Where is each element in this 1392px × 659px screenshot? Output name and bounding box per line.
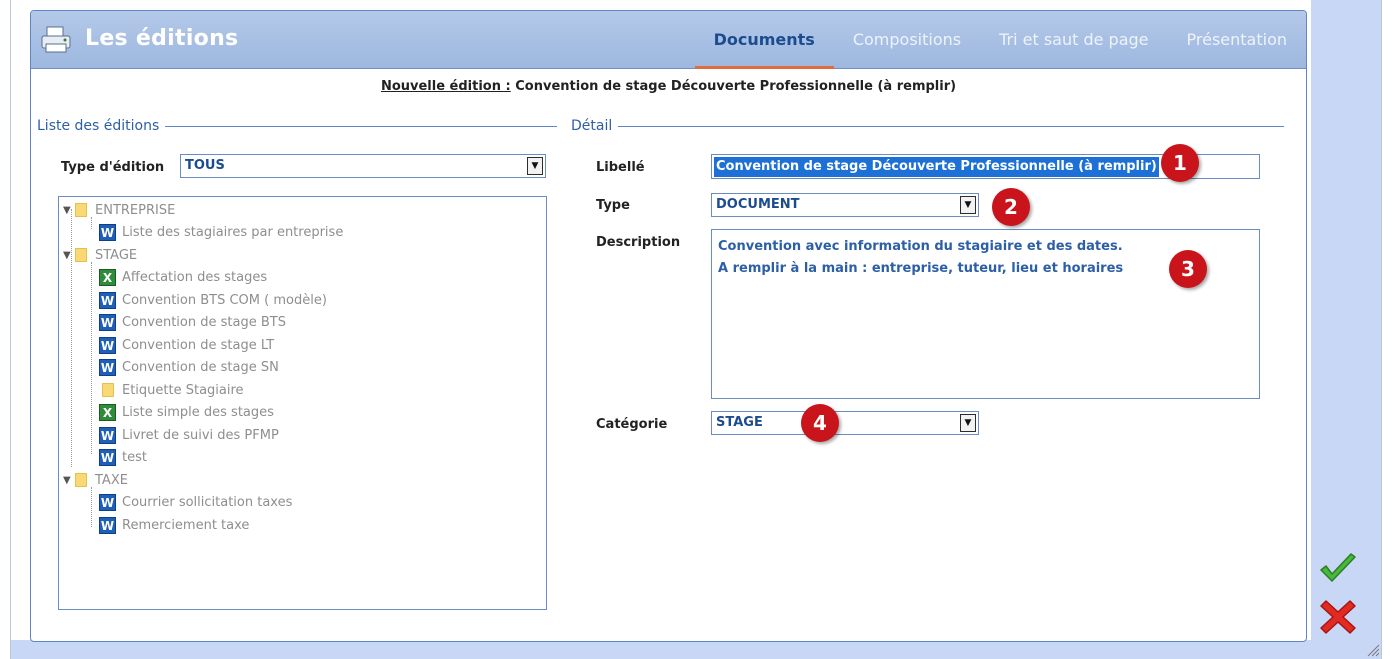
description-label: Description — [596, 235, 681, 250]
folder-icon — [75, 248, 87, 262]
edition-title-name: Convention de stage Découverte Professio… — [515, 79, 957, 94]
tab-tri-saut-de-page[interactable]: Tri et saut de page — [980, 11, 1167, 69]
tree-node-label: Convention de stage SN — [122, 359, 279, 375]
editions-panel: Les éditions Documents Compositions Tri … — [30, 10, 1307, 642]
description-text: Convention avec information du stagiaire… — [718, 236, 1123, 280]
categorie-label: Catégorie — [596, 417, 668, 432]
excel-document-icon: X — [99, 268, 116, 286]
tree-node-item[interactable]: W Convention de stage LT — [99, 334, 274, 356]
word-document-icon: W — [99, 448, 116, 466]
tree-node-item[interactable]: W Convention BTS COM ( modèle) — [99, 289, 327, 311]
chevron-down-icon[interactable]: ▼ — [960, 196, 976, 214]
tree-node-label: test — [122, 449, 147, 465]
tree-node-folder[interactable]: ▼ STAGE — [63, 244, 137, 266]
folder-icon — [75, 473, 87, 487]
tree-node-label: Etiquette Stagiaire — [122, 382, 244, 398]
chevron-down-icon[interactable]: ▼ — [63, 205, 75, 216]
edition-title: Nouvelle édition : Convention de stage D… — [31, 79, 1306, 94]
tree-node-item[interactable]: X Liste simple des stages — [99, 401, 274, 423]
detail-section-rule — [571, 126, 1284, 127]
annotation-badge-2: 2 — [992, 188, 1030, 226]
edition-type-label: Type d'édition — [61, 160, 165, 175]
tree-node-item[interactable]: Etiquette Stagiaire — [99, 379, 244, 401]
edition-type-value: TOUS — [185, 158, 225, 173]
tree-node-label: Convention de stage BTS — [122, 314, 286, 330]
tab-bar: Documents Compositions Tri et saut de pa… — [694, 11, 1306, 69]
word-document-icon: W — [99, 358, 116, 376]
tree-node-label: TAXE — [95, 472, 128, 488]
tree-connector — [91, 262, 92, 454]
tree-node-folder[interactable]: ▼ TAXE — [63, 469, 128, 491]
tree-node-label: Livret de suivi des PFMP — [122, 427, 279, 443]
chevron-down-icon[interactable]: ▼ — [63, 475, 75, 486]
tree-node-item[interactable]: W Courrier sollicitation taxes — [99, 491, 292, 513]
detail-section-label: Détail — [571, 118, 619, 134]
tree-node-label: Remerciement taxe — [122, 517, 250, 533]
word-document-icon: W — [99, 291, 116, 309]
bottom-strip — [11, 640, 1311, 659]
tree-node-label: STAGE — [95, 247, 138, 263]
tree-node-item[interactable]: W Convention de stage SN — [99, 356, 279, 378]
chevron-down-icon[interactable]: ▼ — [63, 250, 75, 261]
annotation-badge-1: 1 — [1161, 144, 1199, 182]
word-document-icon: W — [99, 223, 116, 241]
tree-node-label: Courrier sollicitation taxes — [122, 494, 293, 510]
tree-node-item[interactable]: X Affectation des stages — [99, 266, 267, 288]
tree-node-label: Convention de stage LT — [122, 337, 275, 353]
tree-node-item[interactable]: W Livret de suivi des PFMP — [99, 424, 279, 446]
tree-node-item[interactable]: W Remerciement taxe — [99, 514, 249, 536]
tree-node-item[interactable]: W Liste des stagiaires par entreprise — [99, 221, 343, 243]
description-line: Convention avec information du stagiaire… — [718, 239, 1123, 254]
resize-grip-icon[interactable] — [1364, 641, 1380, 657]
tree-node-item[interactable]: W Convention de stage BTS — [99, 311, 286, 333]
list-section-label: Liste des éditions — [37, 118, 166, 134]
page-title: Les éditions — [85, 26, 239, 51]
type-select[interactable]: DOCUMENT ▼ — [711, 193, 979, 217]
excel-document-icon: X — [99, 403, 116, 421]
tree-node-label: ENTREPRISE — [95, 202, 176, 218]
panel-header: Les éditions Documents Compositions Tri … — [31, 11, 1306, 69]
annotation-badge-4: 4 — [801, 404, 839, 442]
tree-node-label: Affectation des stages — [122, 269, 268, 285]
file-icon — [102, 383, 114, 397]
categorie-select[interactable]: STAGE ▼ — [711, 411, 979, 435]
libelle-value: Convention de stage Découverte Professio… — [714, 157, 1159, 177]
tree-connector — [91, 487, 92, 527]
folder-icon — [75, 203, 87, 217]
tree-node-item[interactable]: W test — [99, 446, 147, 468]
tree-node-label: Liste des stagiaires par entreprise — [122, 224, 344, 240]
word-document-icon: W — [99, 336, 116, 354]
tree-node-label: Liste simple des stages — [122, 404, 274, 420]
type-value: DOCUMENT — [716, 197, 800, 212]
libelle-label: Libellé — [596, 160, 645, 175]
word-document-icon: W — [99, 426, 116, 444]
tree-node-label: Convention BTS COM ( modèle) — [122, 292, 327, 308]
edition-title-prefix: Nouvelle édition : — [380, 79, 511, 94]
annotation-badge-3: 3 — [1169, 250, 1207, 288]
type-label: Type — [596, 198, 630, 213]
categorie-value: STAGE — [716, 415, 763, 430]
tab-compositions[interactable]: Compositions — [834, 11, 980, 69]
close-icon[interactable] — [1318, 597, 1358, 637]
word-document-icon: W — [99, 493, 116, 511]
edition-type-select[interactable]: TOUS ▼ — [180, 154, 546, 178]
tree-node-folder[interactable]: ▼ ENTREPRISE — [63, 199, 175, 221]
word-document-icon: W — [99, 313, 116, 331]
tab-documents[interactable]: Documents — [694, 11, 834, 69]
chevron-down-icon[interactable]: ▼ — [527, 157, 543, 175]
printer-icon — [41, 26, 71, 53]
description-line: A remplir à la main : entreprise, tuteur… — [718, 261, 1124, 276]
word-document-icon: W — [99, 516, 116, 534]
check-icon[interactable] — [1318, 553, 1358, 585]
tab-presentation[interactable]: Présentation — [1168, 11, 1306, 69]
chevron-down-icon[interactable]: ▼ — [960, 414, 976, 432]
editions-tree[interactable]: ▼ ENTREPRISE W Liste des stagiaires par … — [58, 196, 547, 610]
